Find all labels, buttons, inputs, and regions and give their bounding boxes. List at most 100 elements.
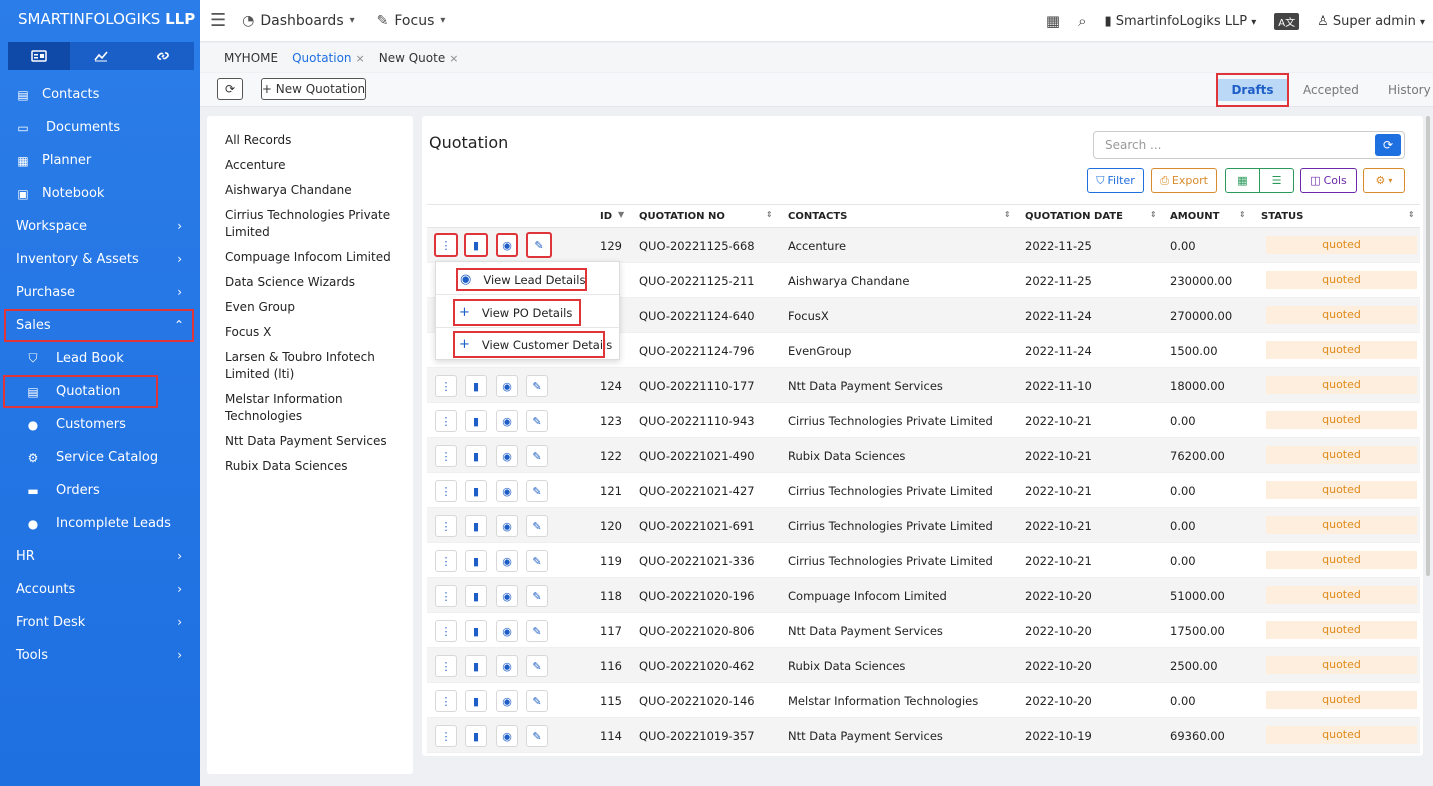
table-row[interactable]: ⋮ ▮ ◉ ✎ 117 QUO-20221020-806 Ntt Data Payment … (427, 613, 1420, 648)
list-item[interactable]: Even Group (225, 299, 413, 316)
tab-drafts[interactable]: Drafts (1216, 73, 1289, 107)
apps-grid-icon[interactable]: ▦ (1046, 12, 1060, 30)
sidebar-item-workspace[interactable]: Workspace › (0, 210, 200, 243)
sidebar-item-purchase[interactable]: Purchase › (0, 276, 200, 309)
filter-button[interactable]: ⛉ Filter (1087, 168, 1144, 193)
list-item[interactable]: All Records (225, 132, 413, 149)
sort-icon[interactable]: ⇕ (1408, 210, 1415, 219)
row-edit-button[interactable]: ✎ (526, 515, 548, 537)
row-view-button[interactable]: ◉ (496, 690, 518, 712)
table-row[interactable]: ⋮ ▮ ◉ ✎ 116 QUO-20221020-462 Rubix Data Scienc… (427, 648, 1420, 683)
row-edit-button[interactable]: ✎ (526, 655, 548, 677)
row-menu-button[interactable]: ⋮ (435, 620, 457, 642)
row-document-button[interactable]: ▮ (465, 550, 487, 572)
sidebar-item-front-desk[interactable]: Front Desk › (0, 606, 200, 639)
user-menu[interactable]: ♙ Super admin ▾ (1317, 14, 1425, 29)
row-view-button[interactable]: ◉ (496, 445, 518, 467)
sort-icon[interactable]: ⇕ (1239, 210, 1246, 219)
row-document-button[interactable]: ▮ (465, 725, 487, 747)
search-icon[interactable]: ⌕ (1078, 12, 1086, 30)
row-view-button[interactable]: ◉ (496, 585, 518, 607)
company-selector[interactable]: ▮ SmartinfoLogiks LLP ▾ (1104, 14, 1256, 29)
row-edit-button[interactable]: ✎ (526, 410, 548, 432)
sort-icon[interactable]: ⇕ (1004, 210, 1011, 219)
id-card-icon[interactable] (8, 42, 70, 70)
table-row[interactable]: ⋮ ▮ ◉ ✎ 123 QUO-20221110-943 Cirrius Technolog… (427, 403, 1420, 438)
sidebar-item-tools[interactable]: Tools › (0, 639, 200, 672)
row-document-button[interactable]: ▮ (465, 585, 487, 607)
sidebar-item-incomplete-leads[interactable]: ● Incomplete Leads (0, 507, 200, 540)
row-view-button[interactable]: ◉ (496, 620, 518, 642)
column-header-id[interactable]: ID (600, 211, 612, 222)
row-menu-button[interactable]: ⋮ (435, 690, 457, 712)
row-view-button[interactable]: ◉ (496, 550, 518, 572)
link-icon[interactable] (132, 42, 194, 70)
row-menu-button[interactable]: ⋮ (435, 550, 457, 572)
sidebar-item-accounts[interactable]: Accounts › (0, 573, 200, 606)
row-menu-button[interactable]: ⋮ (435, 585, 457, 607)
tab-myhome[interactable]: MYHOME (224, 51, 278, 65)
column-header-contacts[interactable]: CONTACTS (788, 211, 847, 222)
row-edit-button[interactable]: ✎ (526, 375, 548, 397)
focus-menu[interactable]: ✎ Focus ▾ (377, 13, 446, 29)
sidebar-item-lead-book[interactable]: ⛉ Lead Book (0, 342, 200, 375)
list-item[interactable]: Larsen & Toubro Infotech Limited (lti) (225, 349, 413, 383)
sidebar-item-customers[interactable]: ● Customers (0, 408, 200, 441)
row-menu-button[interactable]: ⋮ (435, 725, 457, 747)
list-item[interactable]: Melstar Information Technologies (225, 391, 413, 425)
sidebar-item-documents[interactable]: ▭ Documents (0, 111, 200, 144)
column-header-quotation-date[interactable]: QUOTATION DATE (1025, 211, 1123, 222)
row-document-button[interactable]: ▮ (465, 480, 487, 502)
list-item[interactable]: Cirrius Technologies Private Limited (225, 207, 413, 241)
list-item[interactable]: Aishwarya Chandane (225, 182, 413, 199)
sidebar-item-quotation[interactable]: ▤ Quotation (3, 375, 158, 408)
list-item[interactable]: Accenture (225, 157, 413, 174)
column-header-status[interactable]: STATUS (1261, 211, 1303, 222)
tab-history[interactable]: History (1388, 73, 1431, 107)
row-edit-button[interactable]: ✎ (526, 585, 548, 607)
view-po-details-item[interactable]: + View PO Details (453, 299, 581, 326)
sidebar-item-contacts[interactable]: ▤ Contacts (0, 78, 200, 111)
brand-logo[interactable]: SMARTINFOLOGIKS LLP (0, 0, 200, 40)
row-view-button[interactable]: ◉ (496, 410, 518, 432)
row-menu-button[interactable]: ⋮ (434, 233, 458, 257)
table-row[interactable]: ⋮ ▮ ◉ ✎ 114 QUO-20221019-357 Ntt Data Payment … (427, 718, 1420, 753)
row-document-button[interactable]: ▮ (465, 375, 487, 397)
list-item[interactable]: Ntt Data Payment Services (225, 433, 413, 450)
row-menu-button[interactable]: ⋮ (435, 655, 457, 677)
row-view-button[interactable]: ◉ (496, 725, 518, 747)
tab-accepted[interactable]: Accepted (1303, 73, 1359, 107)
sort-icon[interactable]: ⇕ (1150, 210, 1157, 219)
sidebar-item-orders[interactable]: ▬ Orders (0, 474, 200, 507)
list-item[interactable]: Compuage Infocom Limited (225, 249, 413, 266)
table-row[interactable]: ⋮ ▮ ◉ ✎ 129 QUO-20221125-668 Accenture 2022-11-… (427, 228, 1420, 263)
row-view-button[interactable]: ◉ (496, 655, 518, 677)
sort-desc-icon[interactable]: ▼ (618, 210, 624, 219)
row-document-button[interactable]: ▮ (465, 515, 487, 537)
row-edit-button[interactable]: ✎ (526, 620, 548, 642)
list-view-button[interactable]: ☰ (1259, 168, 1294, 193)
row-document-button[interactable]: ▮ (465, 690, 487, 712)
sort-icon[interactable]: ⇕ (766, 210, 773, 219)
hamburger-menu-icon[interactable]: ☰ (210, 10, 226, 31)
table-row[interactable]: ⋮ ▮ ◉ ✎ 122 QUO-20221021-490 Rubix Data Scienc… (427, 438, 1420, 473)
translate-icon[interactable]: A文 (1274, 12, 1300, 30)
sidebar-item-hr[interactable]: HR › (0, 540, 200, 573)
row-menu-button[interactable]: ⋮ (435, 515, 457, 537)
search-input[interactable]: Search ... ⟳ (1093, 131, 1405, 159)
row-menu-button[interactable]: ⋮ (435, 375, 457, 397)
column-header-quotation-no[interactable]: QUOTATION NO (639, 211, 725, 222)
table-row[interactable]: ⋮ ▮ ◉ ✎ 120 QUO-20221021-691 Cirrius Technolog… (427, 508, 1420, 543)
close-icon[interactable]: × (356, 52, 365, 65)
row-document-button[interactable]: ▮ (464, 233, 488, 257)
sidebar-item-planner[interactable]: ▦ Planner (0, 144, 200, 177)
table-row[interactable]: ⋮ ▮ ◉ ✎ 119 QUO-20221021-336 Cirrius Technolog… (427, 543, 1420, 578)
search-refresh-button[interactable]: ⟳ (1375, 134, 1401, 156)
row-edit-button[interactable]: ✎ (526, 725, 548, 747)
row-view-button[interactable]: ◉ (496, 515, 518, 537)
row-menu-button[interactable]: ⋮ (435, 480, 457, 502)
settings-dropdown-button[interactable]: ⚙ ▾ (1363, 168, 1405, 193)
view-customer-details-item[interactable]: + View Customer Details (453, 331, 612, 358)
close-icon[interactable]: × (449, 52, 458, 65)
table-row[interactable]: ⋮ ▮ ◉ ✎ 115 QUO-20221020-146 Melstar Informati… (427, 683, 1420, 718)
